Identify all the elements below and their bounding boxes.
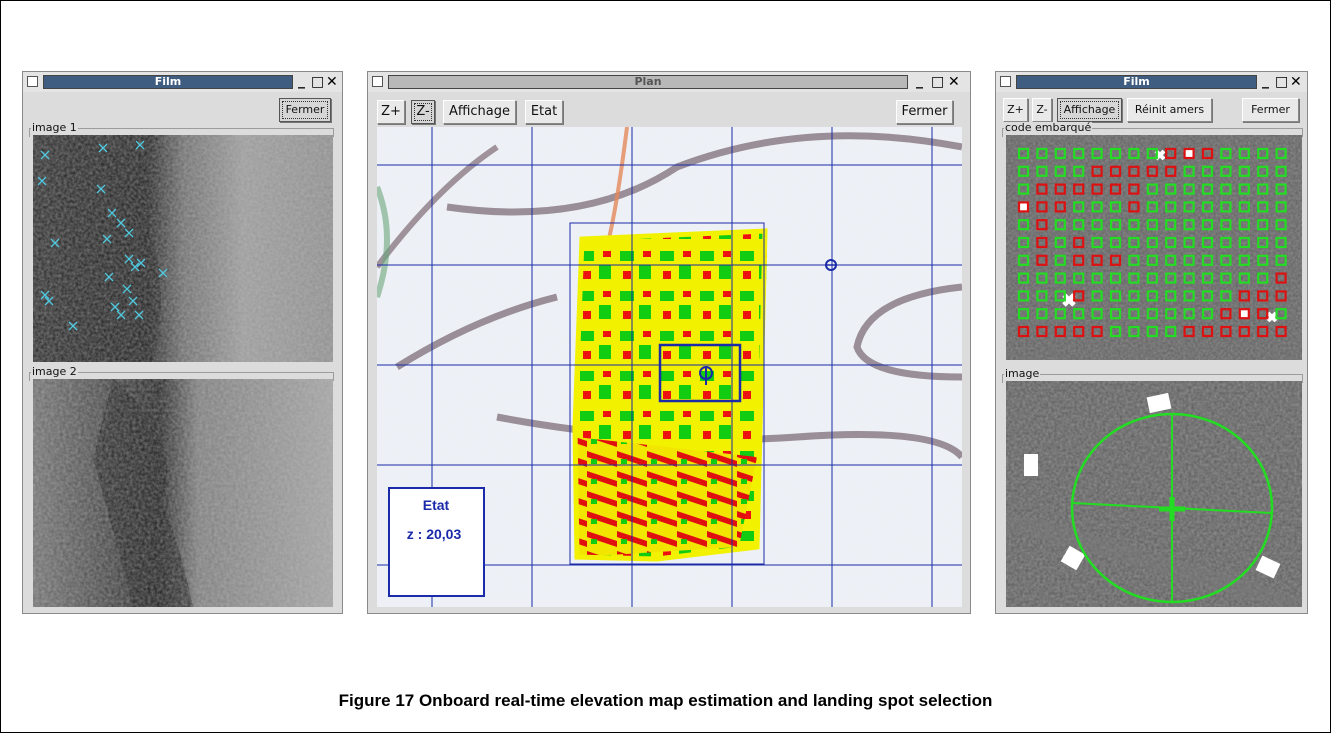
landing-cell	[1017, 201, 1030, 213]
right-window-titlebar[interactable]: Film _ □ ✕	[996, 72, 1307, 92]
group-label-onboard-code: code embarqué	[1004, 121, 1093, 134]
left-film-window: Film _ □ ✕ Fermer image 1 image 2	[22, 71, 343, 614]
minimize-icon[interactable]: _	[298, 72, 305, 90]
minimize-icon[interactable]: _	[1262, 72, 1269, 90]
right-film-window: Film _ □ ✕ Z+ Z- Affichage Réinit amers …	[995, 71, 1308, 614]
maximize-icon[interactable]: □	[1275, 73, 1288, 91]
figure-caption: Figure 17 Onboard real-time elevation ma…	[338, 691, 993, 710]
right-window-title: Film	[1016, 75, 1257, 89]
state-panel-title: Etat	[423, 497, 450, 513]
elevation-map-view[interactable]: Etat z : 20,03	[377, 127, 962, 607]
close-button[interactable]: Fermer	[1242, 98, 1299, 122]
center-plan-window: Plan _ □ ✕ Z+ Z- Affichage Etat Fermer E…	[367, 71, 971, 614]
zoom-out-button[interactable]: Z-	[411, 100, 435, 124]
zoom-in-button[interactable]: Z+	[377, 100, 405, 124]
elevation-map-canvas[interactable]: Etat z : 20,03	[377, 127, 962, 607]
window-menu-icon[interactable]	[1000, 76, 1011, 87]
close-icon[interactable]: ✕	[1290, 73, 1302, 91]
window-menu-icon[interactable]	[372, 76, 383, 87]
center-window-title: Plan	[388, 75, 908, 89]
group-label-image1: image 1	[31, 121, 78, 134]
camera-image-2	[33, 379, 333, 607]
state-button[interactable]: Etat	[525, 100, 563, 124]
close-icon[interactable]: ✕	[326, 73, 338, 91]
close-icon[interactable]: ✕	[948, 73, 960, 91]
reset-landmarks-button[interactable]: Réinit amers	[1127, 98, 1212, 122]
landing-cell	[1238, 308, 1250, 320]
window-menu-icon[interactable]	[27, 76, 38, 87]
camera-image-2-canvas	[33, 379, 333, 607]
elevation-heatmap	[572, 228, 768, 562]
landing-cell	[1183, 147, 1195, 160]
state-panel-value: z : 20,03	[407, 526, 462, 542]
minimize-icon[interactable]: _	[916, 72, 923, 90]
landing-camera-image	[1006, 381, 1302, 607]
onboard-grid-canvas	[1006, 135, 1302, 360]
maximize-icon[interactable]: □	[931, 73, 944, 91]
display-button[interactable]: Affichage	[443, 100, 516, 124]
camera-image-1-canvas	[33, 135, 333, 362]
zoom-in-button[interactable]: Z+	[1003, 98, 1028, 122]
close-button[interactable]: Fermer	[896, 100, 953, 124]
display-button[interactable]: Affichage	[1057, 98, 1122, 122]
zoom-out-button[interactable]: Z-	[1032, 98, 1052, 122]
center-window-titlebar[interactable]: Plan _ □ ✕	[368, 72, 970, 92]
left-window-title: Film	[43, 75, 293, 89]
group-label-image2: image 2	[31, 365, 78, 378]
onboard-grid-image	[1006, 135, 1302, 360]
group-label-image: image	[1004, 367, 1041, 380]
camera-image-1	[33, 135, 333, 362]
maximize-icon[interactable]: □	[311, 73, 324, 91]
left-window-titlebar[interactable]: Film _ □ ✕	[23, 72, 342, 92]
close-button[interactable]: Fermer	[279, 98, 331, 122]
landing-camera-canvas	[1006, 381, 1302, 607]
